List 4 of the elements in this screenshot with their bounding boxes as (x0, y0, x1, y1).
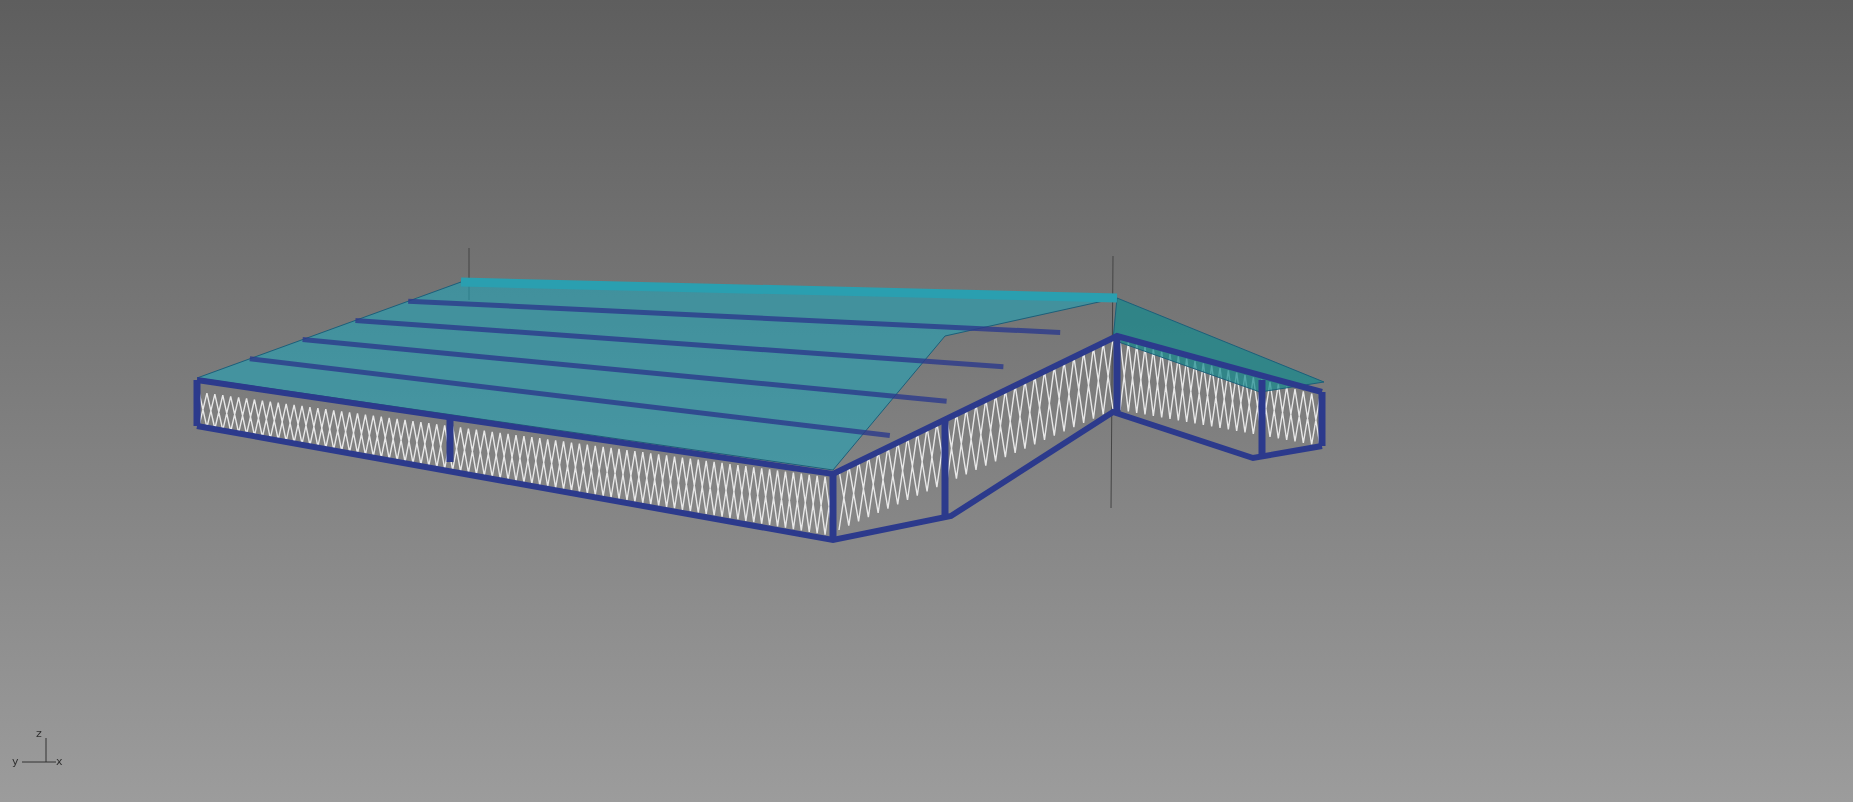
axis-label: z (36, 728, 42, 739)
axis-label: y (12, 756, 19, 767)
axis-label: x (56, 756, 63, 767)
axis-gizmo-icon (20, 736, 56, 766)
